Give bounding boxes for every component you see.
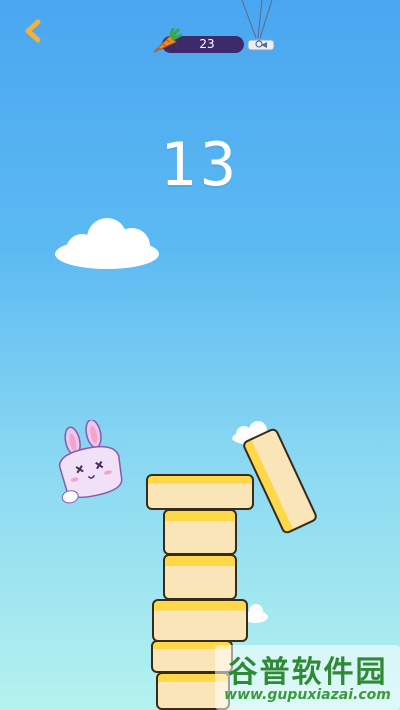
back-button[interactable]: [18, 14, 48, 48]
watermark-logo: 谷普软件园: [227, 655, 388, 690]
score-display: 13: [159, 130, 241, 200]
back-arrow-icon: [25, 19, 41, 43]
balloon-gift-icon[interactable]: [234, 0, 284, 56]
tower-block: [163, 509, 237, 555]
tower-block: [163, 554, 237, 600]
carrot-icon: [153, 28, 182, 53]
cloud-icon: [55, 218, 159, 269]
watermark-url: www.gupuxiazai.com: [224, 687, 391, 703]
watermark: 谷普软件园 www.gupuxiazai.com: [215, 645, 400, 710]
rabbit-character: [58, 420, 123, 504]
tower-block: [146, 474, 254, 510]
game-screen[interactable]: 23 13 谷普软件园 www.gupuxiazai.com: [0, 0, 400, 710]
tower-block: [152, 599, 248, 642]
carrot-counter: 23: [148, 28, 248, 56]
